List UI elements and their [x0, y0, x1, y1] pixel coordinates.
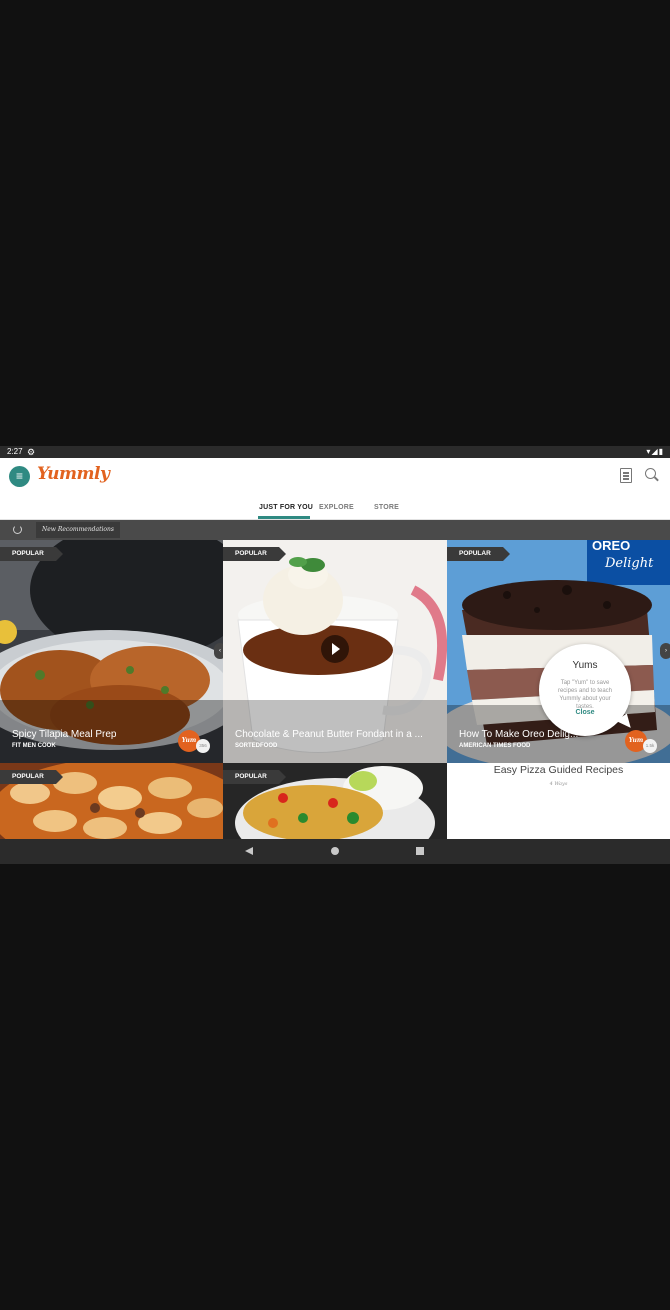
recipe-card[interactable]: POPULAR	[223, 763, 447, 839]
tab-bar: JUST FOR YOU EXPLORE STORE	[0, 500, 670, 519]
guided-recipes-tile[interactable]: Easy Pizza Guided Recipes 4 Ways	[447, 763, 670, 839]
oreo-brand-text: OREO	[592, 540, 630, 553]
recipe-card[interactable]: POPULAR Chocolate & Peanut Butter Fondan…	[223, 540, 447, 763]
recipe-title[interactable]: Chocolate & Peanut Butter Fondant in a .…	[235, 729, 423, 740]
active-tab-indicator	[258, 516, 310, 519]
scroll-right-icon[interactable]: ›	[660, 643, 670, 659]
popular-badge: POPULAR	[223, 770, 286, 784]
status-bar: 2:27 ⚙ ▾◢▮	[0, 446, 670, 458]
recommendations-bar: New Recommendations	[0, 520, 670, 540]
guided-recipes-subtitle: 4 Ways	[549, 781, 568, 787]
recipe-source: AMERICAN TIMES FOOD	[459, 743, 531, 749]
recipe-card[interactable]: POPULAR Spicy Tilapia Meal Prep FIT MEN …	[0, 540, 223, 763]
yum-count: 356	[196, 739, 210, 753]
app-screen: 2:27 ⚙ ▾◢▮ ≡ Yummly JUST FOR YOU EXPLORE…	[0, 446, 670, 864]
tab-just-for-you[interactable]: JUST FOR YOU	[259, 504, 313, 511]
app-bar: ≡ Yummly JUST FOR YOU EXPLORE STORE	[0, 458, 670, 520]
recipe-title[interactable]: Spicy Tilapia Meal Prep	[12, 729, 117, 740]
popular-badge: POPULAR	[0, 547, 63, 561]
tab-store[interactable]: STORE	[374, 504, 399, 511]
system-status-icons: ▾◢▮	[646, 447, 664, 456]
menu-button[interactable]: ≡	[9, 466, 30, 487]
play-video-icon[interactable]	[321, 635, 349, 663]
yummly-logo: Yummly	[37, 464, 110, 484]
oreo-delight-text: Delight	[604, 556, 654, 571]
new-recommendations-label[interactable]: New Recommendations	[36, 522, 120, 538]
yum-count: 1.5k	[643, 739, 657, 753]
scroll-left-icon[interactable]: ‹	[214, 643, 223, 659]
search-icon[interactable]	[645, 468, 656, 479]
status-time: 2:27	[7, 447, 23, 456]
tooltip-body: Tap "Yum" to save recipes and to teach Y…	[557, 680, 613, 710]
shopping-list-icon[interactable]	[620, 468, 632, 483]
home-icon[interactable]	[331, 847, 339, 855]
tab-explore[interactable]: EXPLORE	[319, 504, 354, 511]
tooltip-close-button[interactable]: Close	[539, 709, 631, 716]
yums-tooltip: Yums Tap "Yum" to save recipes and to te…	[539, 644, 631, 736]
recipe-title[interactable]: How To Make Oreo Delig...	[459, 729, 578, 740]
recipe-source: SORTEDFOOD	[235, 743, 278, 749]
recipe-source: FIT MEN COOK	[12, 743, 56, 749]
recent-apps-icon[interactable]	[416, 847, 424, 855]
popular-badge: POPULAR	[223, 547, 286, 561]
navigation-bar	[0, 839, 670, 864]
popular-badge: POPULAR	[447, 547, 510, 561]
guided-recipes-title: Easy Pizza Guided Recipes	[493, 764, 624, 776]
back-icon[interactable]	[245, 847, 253, 855]
tooltip-title: Yums	[572, 660, 598, 671]
popular-badge: POPULAR	[0, 770, 63, 784]
refresh-icon[interactable]	[13, 525, 22, 534]
settings-status-icon: ⚙	[27, 447, 36, 457]
recipe-card[interactable]: POPULAR	[0, 763, 223, 839]
